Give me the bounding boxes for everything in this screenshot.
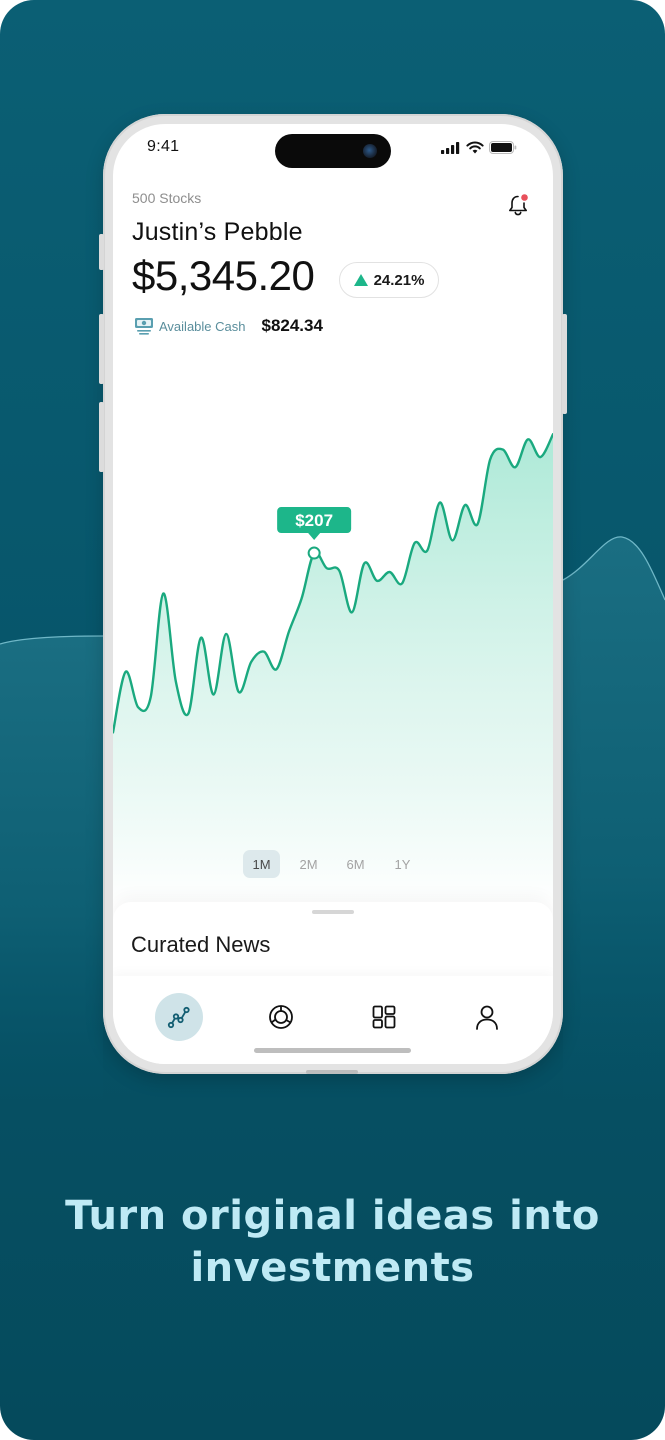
notification-dot: [521, 194, 528, 201]
notifications-button[interactable]: [505, 192, 531, 218]
chart-area-fill: [113, 434, 553, 904]
front-camera: [363, 144, 377, 158]
sheet-grabber[interactable]: [312, 910, 354, 914]
phone-power-button: [562, 314, 567, 414]
battery-icon: [489, 141, 517, 154]
wifi-icon: [466, 141, 484, 154]
change-badge: 24.21%: [339, 262, 439, 298]
promo-background: 9:41 500 Stocks Justin’s Pebble $5,345.2…: [0, 0, 665, 1440]
tooltip-value: $207: [295, 511, 333, 530]
arrow-up-icon: [353, 274, 368, 286]
promo-tagline: Turn original ideas into investments: [0, 1190, 665, 1294]
pie-chart-icon: [269, 1005, 293, 1029]
phone-bottom-edge: [306, 1070, 358, 1074]
chart-line-icon: [167, 1006, 190, 1029]
range-tab-2m[interactable]: 2M: [290, 850, 327, 878]
cash-icon: [135, 318, 153, 335]
range-tab-1m[interactable]: 1M: [243, 850, 280, 878]
app-screen: 9:41 500 Stocks Justin’s Pebble $5,345.2…: [113, 124, 553, 1064]
phone-volume-up-button: [99, 314, 104, 384]
change-percent: 24.21%: [373, 271, 425, 289]
dynamic-island: [275, 134, 391, 168]
tagline-line-2: investments: [190, 1245, 475, 1291]
cellular-signal-icon: [441, 141, 460, 154]
phone-volume-down-button: [99, 402, 104, 472]
phone-action-button: [99, 234, 104, 270]
status-icons: [441, 141, 517, 154]
background-wave-fill: [0, 636, 103, 1100]
home-indicator[interactable]: [254, 1048, 411, 1053]
profile-icon: [476, 1005, 498, 1030]
available-cash-label: Available Cash: [159, 318, 246, 334]
tagline-line-1: Turn original ideas into: [65, 1193, 600, 1239]
range-tab-6m[interactable]: 6M: [337, 850, 374, 878]
bell-icon: [509, 194, 528, 216]
stocks-count: 500 Stocks: [132, 190, 202, 206]
tab-allocation[interactable]: [257, 993, 305, 1041]
available-cash-row: Available Cash $824.34: [134, 316, 323, 336]
tab-portfolio[interactable]: [155, 993, 203, 1041]
tooltip-point[interactable]: [307, 546, 321, 560]
news-title: Curated News: [131, 932, 271, 957]
tab-dashboard[interactable]: [360, 993, 408, 1041]
available-cash-value: $824.34: [261, 316, 323, 335]
tab-profile[interactable]: [463, 993, 511, 1041]
chart-tooltip: $207: [277, 507, 352, 560]
status-time: 9:41: [147, 138, 180, 155]
range-tab-1y[interactable]: 1Y: [384, 850, 421, 878]
bottom-tab-bar: [113, 976, 553, 1064]
phone-mockup: 9:41 500 Stocks Justin’s Pebble $5,345.2…: [99, 114, 567, 1074]
dashboard-icon: [372, 1005, 396, 1029]
portfolio-name: Justin’s Pebble: [132, 218, 303, 246]
portfolio-balance: $5,345.20: [132, 252, 315, 299]
portfolio-chart[interactable]: $207: [113, 384, 553, 904]
time-range-tabs: 1M 2M 6M 1Y: [243, 850, 421, 878]
background-wave-fill-right: [563, 536, 665, 1100]
